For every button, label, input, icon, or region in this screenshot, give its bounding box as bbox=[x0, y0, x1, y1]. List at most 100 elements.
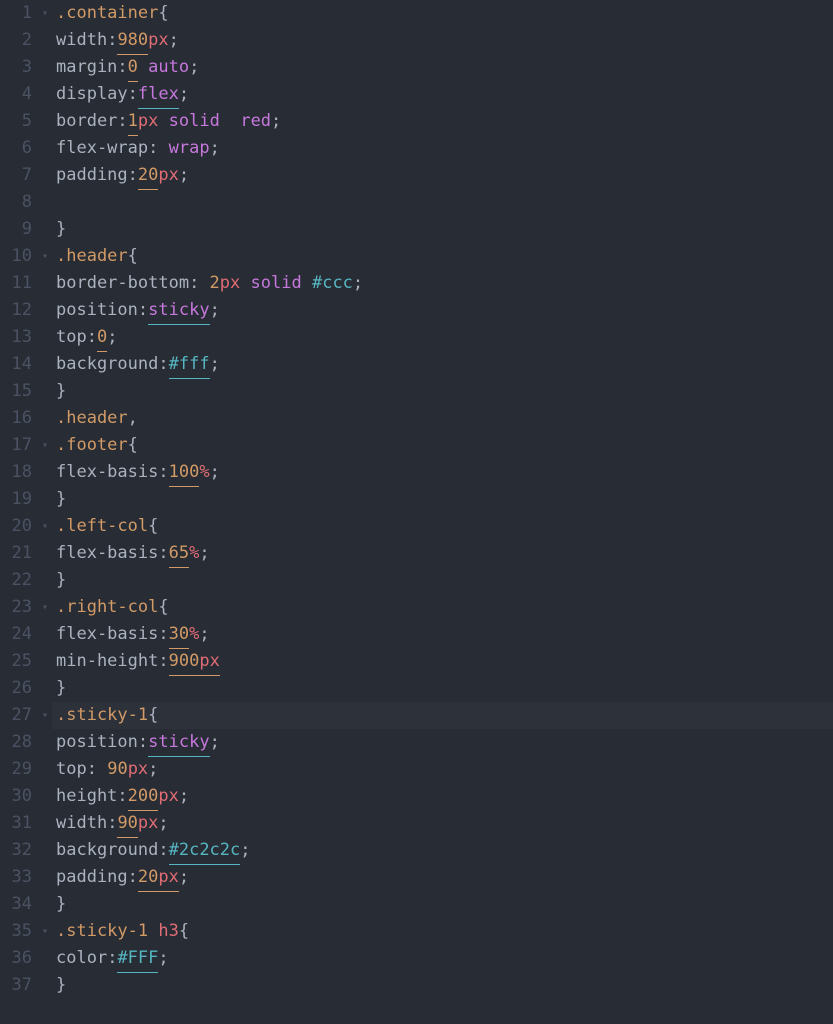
token-prop: flex-basis bbox=[56, 540, 158, 567]
code-line[interactable]: .sticky-1{ bbox=[52, 702, 833, 729]
token-num: 0 bbox=[97, 324, 107, 352]
token-prop: padding bbox=[56, 162, 128, 189]
token-punc: : bbox=[138, 297, 148, 324]
code-line[interactable]: width:980px; bbox=[52, 27, 833, 54]
code-line[interactable]: flex-basis:100%; bbox=[52, 459, 833, 486]
code-line[interactable]: background:#fff; bbox=[52, 351, 833, 378]
token-unit: px bbox=[158, 783, 178, 810]
token-hex: #ccc bbox=[312, 270, 353, 297]
code-line[interactable]: } bbox=[52, 567, 833, 594]
code-line[interactable]: .header{ bbox=[52, 243, 833, 270]
token-punc: ; bbox=[179, 162, 189, 189]
fold-marker[interactable]: ▾ bbox=[38, 432, 52, 459]
token-brace: } bbox=[56, 216, 66, 243]
fold-marker[interactable]: ▾ bbox=[38, 594, 52, 621]
token-hex: #2c2c2c bbox=[169, 837, 241, 865]
code-line[interactable]: position:sticky; bbox=[52, 729, 833, 756]
token-unit: % bbox=[189, 540, 199, 567]
code-area[interactable]: .container{ width:980px; margin:0 auto; … bbox=[52, 0, 833, 1024]
code-line[interactable]: } bbox=[52, 675, 833, 702]
code-line[interactable]: padding:20px; bbox=[52, 864, 833, 891]
code-line[interactable]: .left-col{ bbox=[52, 513, 833, 540]
code-line[interactable]: width:90px; bbox=[52, 810, 833, 837]
token-punc: : bbox=[158, 459, 168, 486]
code-line[interactable]: min-height:900px bbox=[52, 648, 833, 675]
token-punc: ; bbox=[189, 54, 199, 81]
line-number: 31 bbox=[0, 810, 34, 837]
code-line[interactable]: } bbox=[52, 486, 833, 513]
code-line[interactable]: color:#FFF; bbox=[52, 945, 833, 972]
code-line[interactable]: display:flex; bbox=[52, 81, 833, 108]
code-line[interactable]: flex-basis:65%; bbox=[52, 540, 833, 567]
token-sel: .left-col bbox=[56, 513, 148, 540]
token-unit: px bbox=[148, 27, 168, 54]
code-line[interactable]: padding:20px; bbox=[52, 162, 833, 189]
line-number: 20 bbox=[0, 513, 34, 540]
token-punc: ; bbox=[179, 864, 189, 891]
token-num: 65 bbox=[169, 540, 189, 568]
code-line[interactable]: top:0; bbox=[52, 324, 833, 351]
code-editor[interactable]: 1234567891011121314151617181920212223242… bbox=[0, 0, 833, 1024]
fold-marker bbox=[38, 54, 52, 81]
code-line[interactable]: } bbox=[52, 972, 833, 999]
code-line[interactable]: .container{ bbox=[52, 0, 833, 27]
token-punc: : bbox=[138, 729, 148, 756]
token-punc: : bbox=[128, 864, 138, 891]
code-line[interactable] bbox=[52, 189, 833, 216]
token-punc: : bbox=[107, 945, 117, 972]
fold-marker[interactable]: ▾ bbox=[38, 243, 52, 270]
token-prop: flex-wrap bbox=[56, 135, 148, 162]
fold-marker bbox=[38, 540, 52, 567]
fold-marker bbox=[38, 891, 52, 918]
code-line[interactable]: flex-basis:30%; bbox=[52, 621, 833, 648]
token-brace: } bbox=[56, 675, 66, 702]
token-prop: background bbox=[56, 351, 158, 378]
line-number: 32 bbox=[0, 837, 34, 864]
fold-marker bbox=[38, 756, 52, 783]
code-line[interactable]: .sticky-1 h3{ bbox=[52, 918, 833, 945]
fold-marker[interactable]: ▾ bbox=[38, 918, 52, 945]
token-punc: : bbox=[117, 108, 127, 135]
token-punc: : bbox=[158, 837, 168, 864]
token-kw: flex bbox=[138, 81, 179, 109]
line-number: 11 bbox=[0, 270, 34, 297]
line-number: 28 bbox=[0, 729, 34, 756]
code-line[interactable]: position:sticky; bbox=[52, 297, 833, 324]
fold-marker bbox=[38, 621, 52, 648]
code-line[interactable]: .footer{ bbox=[52, 432, 833, 459]
token-punc: : bbox=[128, 162, 138, 189]
fold-marker bbox=[38, 297, 52, 324]
token-prop: flex-basis bbox=[56, 621, 158, 648]
code-line[interactable]: } bbox=[52, 378, 833, 405]
code-line[interactable]: top: 90px; bbox=[52, 756, 833, 783]
token-kw: solid bbox=[251, 270, 302, 297]
fold-marker[interactable]: ▾ bbox=[38, 513, 52, 540]
code-line[interactable]: } bbox=[52, 891, 833, 918]
fold-marker[interactable]: ▾ bbox=[38, 0, 52, 27]
fold-marker[interactable]: ▾ bbox=[38, 702, 52, 729]
token-unit: % bbox=[189, 621, 199, 648]
fold-marker bbox=[38, 162, 52, 189]
fold-marker bbox=[38, 945, 52, 972]
token-brace: } bbox=[56, 378, 66, 405]
token-punc: : bbox=[117, 54, 127, 81]
code-line[interactable]: } bbox=[52, 216, 833, 243]
code-line[interactable]: height:200px; bbox=[52, 783, 833, 810]
token-punc: ; bbox=[240, 837, 250, 864]
code-line[interactable]: border:1px solid red; bbox=[52, 108, 833, 135]
token-prop bbox=[240, 270, 250, 297]
token-prop: min-height bbox=[56, 648, 158, 675]
line-number: 29 bbox=[0, 756, 34, 783]
token-num: 200 bbox=[128, 783, 159, 811]
fold-marker bbox=[38, 486, 52, 513]
code-line[interactable]: .right-col{ bbox=[52, 594, 833, 621]
token-hex: #FFF bbox=[117, 945, 158, 973]
token-num: 0 bbox=[128, 54, 138, 82]
code-line[interactable]: border-bottom: 2px solid #ccc; bbox=[52, 270, 833, 297]
token-sel: .header bbox=[56, 405, 128, 432]
code-line[interactable]: background:#2c2c2c; bbox=[52, 837, 833, 864]
code-line[interactable]: margin:0 auto; bbox=[52, 54, 833, 81]
code-line[interactable]: .header, bbox=[52, 405, 833, 432]
code-line[interactable]: flex-wrap: wrap; bbox=[52, 135, 833, 162]
line-number: 10 bbox=[0, 243, 34, 270]
